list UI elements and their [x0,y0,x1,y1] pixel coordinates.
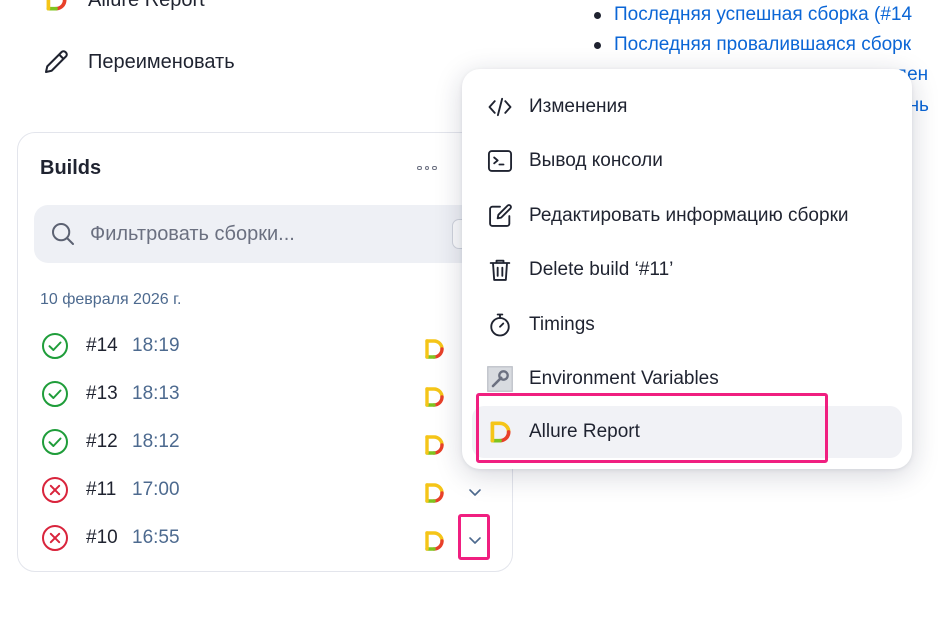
menu-item-label: Редактировать информацию сборки [529,205,849,226]
trash-icon [486,256,514,284]
build-date-label: 10 февраля 2026 г. [40,291,182,308]
build-time-link[interactable]: 18:19 [132,335,180,357]
menu-item-label: Изменения [529,96,628,117]
menu-item-edit-build-info[interactable]: Редактировать информацию сборки [472,190,902,242]
dot-icon [424,165,430,171]
build-row[interactable]: #12 18:12 [18,419,512,467]
build-number-link[interactable]: #14 [86,335,118,357]
last-successful-build-link[interactable]: Последняя успешная сборка (#14 [592,0,912,30]
build-row[interactable]: #13 18:13 [18,371,512,419]
chevron-down-icon[interactable] [464,481,486,503]
failed-x-icon [40,523,70,553]
build-number-link[interactable]: #13 [86,383,118,405]
build-row[interactable]: #14 18:19 [18,323,512,371]
success-check-icon [40,427,70,457]
code-icon [486,93,514,121]
search-icon [48,219,78,249]
success-check-icon [40,379,70,409]
last-failed-build-link[interactable]: Последняя провалившаяся сборк [592,30,912,60]
sidebar-allure-report-link[interactable]: Allure Report [40,0,205,16]
failed-x-icon [40,475,70,505]
menu-item-delete-build[interactable]: Delete build ‘#11’ [472,244,902,296]
allure-icon[interactable] [422,433,446,457]
allure-icon[interactable] [422,529,446,553]
menu-item-label: Delete build ‘#11’ [529,259,674,280]
allure-icon[interactable] [422,385,446,409]
pencil-icon [40,46,72,78]
menu-item-label: Timings [529,314,595,335]
builds-title: Builds [40,157,102,179]
build-row[interactable]: #11 17:00 [18,467,512,515]
menu-item-label: Вывод консоли [529,150,663,171]
build-time-link[interactable]: 16:55 [132,527,180,549]
sidebar-rename-link[interactable]: Переименовать [40,46,235,78]
build-time-link[interactable]: 18:13 [132,383,180,405]
menu-item-label: Environment Variables [529,368,719,389]
sidebar-allure-report-label: Allure Report [88,0,205,12]
build-time-link[interactable]: 17:00 [132,479,180,501]
build-time-link[interactable]: 18:12 [132,431,180,453]
filter-builds-input[interactable] [90,215,470,253]
allure-icon[interactable] [422,481,446,505]
allure-report-highlight-box [476,393,828,463]
permalinks-list: Последняя успешная сборка (#14 Последняя… [592,0,912,60]
builds-panel: Builds 10 февраля 2026 г. #14 18:19 #13 … [17,132,513,572]
menu-item-console-output[interactable]: Вывод консоли [472,135,902,187]
terminal-icon [486,147,514,175]
dot-icon [417,165,422,171]
chevron-highlight-box [458,514,490,560]
sidebar-rename-label: Переименовать [88,50,235,73]
dot-icon [432,165,437,171]
build-number-link[interactable]: #12 [86,431,118,453]
allure-icon [40,0,72,16]
stopwatch-icon [486,311,514,339]
filter-bar [34,205,504,263]
environment-icon [486,365,514,393]
build-row[interactable]: #10 16:55 [18,515,512,563]
build-number-link[interactable]: #10 [86,527,118,549]
menu-item-changes[interactable]: Изменения [472,81,902,133]
more-options-button[interactable] [412,157,442,179]
success-check-icon [40,331,70,361]
menu-item-timings[interactable]: Timings [472,299,902,351]
edit-icon [486,202,514,230]
build-number-link[interactable]: #11 [86,479,116,501]
allure-icon[interactable] [422,337,446,361]
